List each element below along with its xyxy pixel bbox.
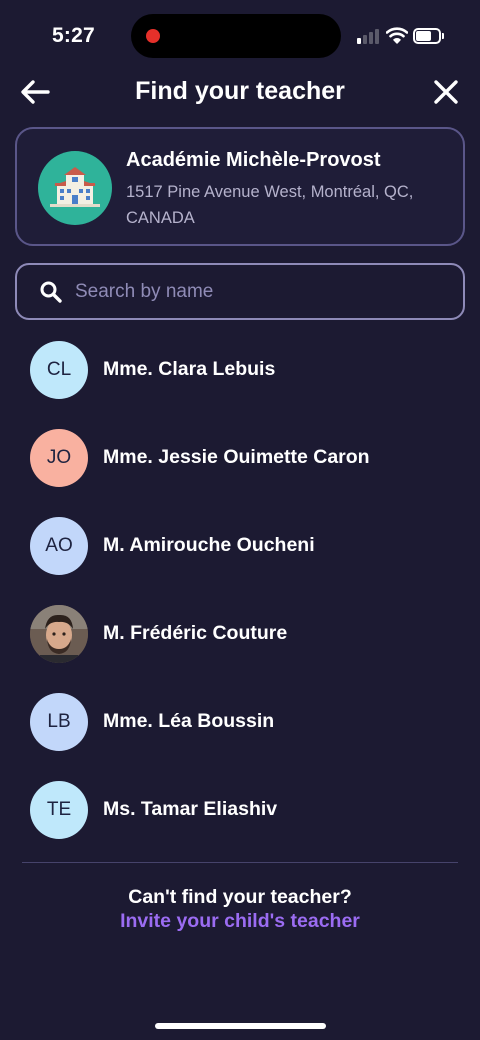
teacher-name: Mme. Jessie Ouimette Caron — [103, 446, 370, 468]
recording-indicator-icon — [146, 29, 160, 43]
footer-question: Can't find your teacher? — [128, 886, 352, 908]
teacher-initials: JO — [46, 447, 72, 468]
wifi-icon — [385, 26, 409, 44]
teacher-initials-avatar: TE — [30, 781, 88, 839]
invite-teacher-link[interactable]: Invite your child's teacher — [0, 910, 480, 933]
search-box[interactable] — [15, 263, 465, 320]
teacher-initials: TE — [46, 799, 72, 820]
battery-icon — [413, 28, 444, 44]
close-button[interactable] — [430, 76, 462, 108]
teacher-row[interactable]: TE Ms. Tamar Eliashiv — [0, 771, 480, 851]
search-input[interactable] — [75, 273, 445, 311]
teacher-row[interactable]: M. Frédéric Couture — [0, 595, 480, 675]
teacher-initials-avatar: CL — [30, 341, 88, 399]
teacher-name: M. Amirouche Oucheni — [103, 534, 315, 556]
teacher-row[interactable]: JO Mme. Jessie Ouimette Caron — [0, 419, 480, 499]
teacher-photo-avatar — [30, 605, 88, 663]
close-icon — [434, 80, 458, 104]
teacher-row[interactable]: LB Mme. Léa Boussin — [0, 683, 480, 763]
teacher-initials: LB — [47, 711, 71, 732]
school-name: Académie Michèle-Provost — [126, 149, 381, 171]
page-title: Find your teacher — [135, 77, 345, 105]
school-address: 1517 Pine Avenue West, Montréal, QC, CAN… — [126, 183, 414, 227]
dynamic-island — [131, 14, 341, 58]
teacher-name: Mme. Léa Boussin — [103, 710, 275, 732]
teacher-initials-avatar: LB — [30, 693, 88, 751]
teacher-row[interactable]: CL Mme. Clara Lebuis — [0, 331, 480, 411]
teacher-name: M. Frédéric Couture — [103, 622, 288, 644]
search-icon — [40, 281, 62, 303]
teacher-initials: AO — [45, 535, 73, 556]
header: Find your teacher — [0, 70, 480, 114]
school-building-icon — [38, 151, 112, 225]
teacher-name: Mme. Clara Lebuis — [103, 358, 276, 380]
home-indicator — [155, 1023, 326, 1029]
status-time: 5:27 — [52, 24, 95, 47]
divider — [22, 862, 458, 863]
teacher-initials-avatar: AO — [30, 517, 88, 575]
school-card[interactable]: Académie Michèle-Provost 1517 Pine Avenu… — [15, 127, 465, 246]
teacher-name: Ms. Tamar Eliashiv — [103, 798, 278, 820]
teacher-initials: CL — [46, 359, 72, 380]
cellular-signal-icon — [357, 28, 381, 44]
status-bar: 5:27 — [0, 0, 480, 72]
teacher-row[interactable]: AO M. Amirouche Oucheni — [0, 507, 480, 587]
teacher-initials-avatar: JO — [30, 429, 88, 487]
